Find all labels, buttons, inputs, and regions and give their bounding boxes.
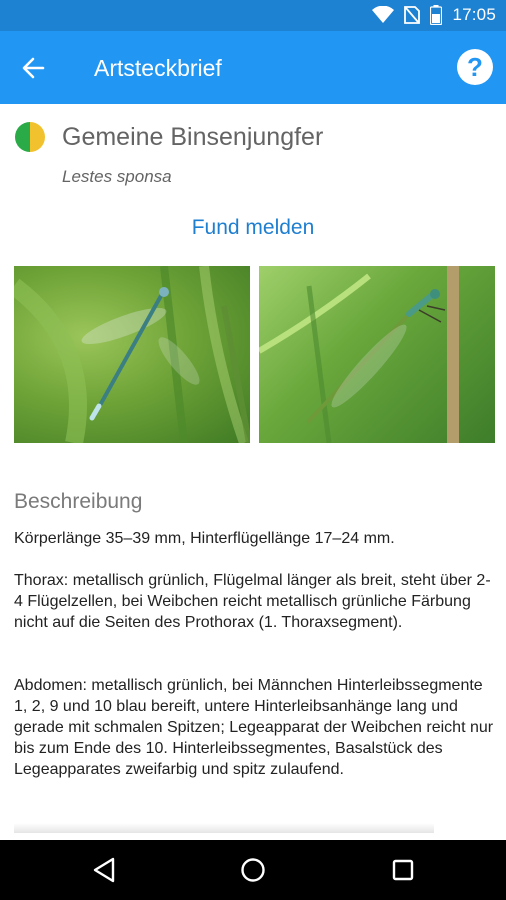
status-indicator <box>15 122 45 152</box>
system-nav-bar <box>0 840 506 900</box>
app-bar: Artsteckbrief ? <box>0 31 506 104</box>
description-paragraph: Körperlänge 35–39 mm, Hinterflügellänge … <box>14 530 395 547</box>
help-button[interactable]: ? <box>457 49 493 85</box>
description-paragraph: Thorax: metallisch grünlich, Flügelmal l… <box>14 572 491 631</box>
report-sighting-link[interactable]: Fund melden <box>0 216 506 240</box>
page-title: Artsteckbrief <box>94 55 222 81</box>
status-icons: 17:05 <box>372 5 496 25</box>
nav-back-button[interactable] <box>91 857 117 883</box>
wifi-icon <box>372 6 395 23</box>
damselfly-photo-male <box>14 266 250 443</box>
back-triangle-icon <box>93 857 115 883</box>
species-photo-2[interactable] <box>259 266 495 443</box>
recents-square-icon <box>392 859 414 881</box>
help-icon: ? <box>467 51 483 82</box>
scroll-fade <box>14 823 434 833</box>
back-button[interactable] <box>18 53 48 83</box>
nav-home-button[interactable] <box>240 857 266 883</box>
nav-recents-button[interactable] <box>390 857 416 883</box>
description-paragraph: Abdomen: metallisch grünlich, bei Männch… <box>14 677 494 778</box>
species-profile: Gemeine Binsenjungfer Lestes sponsa Fund… <box>0 104 506 840</box>
home-circle-icon <box>241 858 265 882</box>
battery-icon <box>430 5 443 25</box>
description-title: Beschreibung <box>14 490 143 513</box>
status-time: 17:05 <box>452 5 496 24</box>
species-name: Gemeine Binsenjungfer <box>62 123 324 151</box>
arrow-back-icon <box>22 57 45 79</box>
no-sim-icon <box>404 6 421 24</box>
damselfly-photo-female <box>259 266 459 443</box>
status-bar: 17:05 <box>0 0 506 31</box>
species-photo-1[interactable] <box>14 266 250 443</box>
species-latin-name: Lestes sponsa <box>62 167 172 186</box>
